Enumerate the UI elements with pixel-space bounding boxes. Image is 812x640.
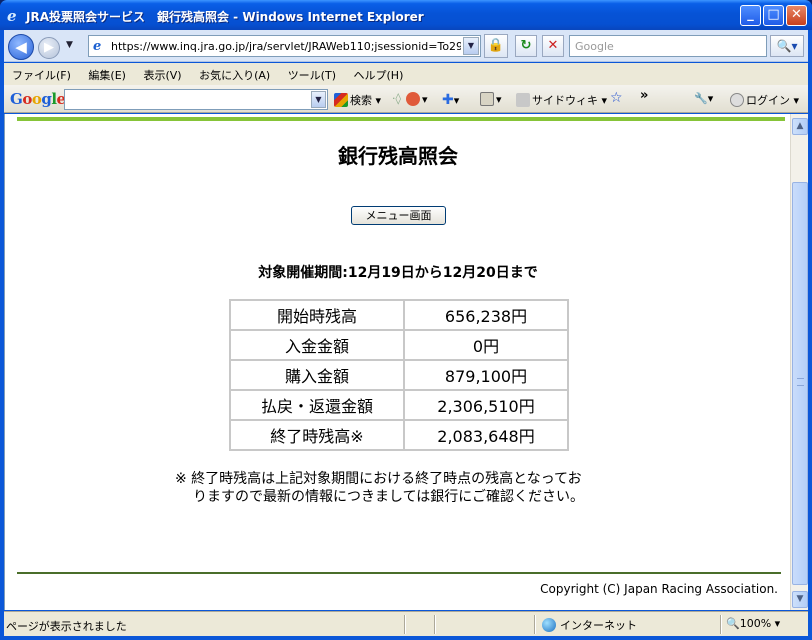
close-button[interactable]: ✕: [786, 5, 807, 26]
user-circle-icon: [730, 93, 744, 107]
address-toolbar: ◀ ▶ ▼ e https://www.inq.jra.go.jp/jra/se…: [4, 30, 808, 62]
table-row: 終了時残高※ 2,083,648円: [229, 419, 569, 451]
scroll-down-button[interactable]: ▼: [792, 591, 808, 608]
translate-icon: [480, 92, 494, 106]
menu-view[interactable]: 表示(V): [143, 67, 181, 83]
scroll-grip-icon: [797, 378, 804, 386]
google-g-icon: [334, 93, 348, 107]
menu-favorites[interactable]: お気に入り(A): [199, 67, 270, 83]
row-label: 終了時残高※: [229, 419, 405, 451]
note-line-2: りますので最新の情報につきましては銀行にご確認ください。: [193, 489, 585, 505]
menu-file[interactable]: ファイル(F): [12, 67, 71, 83]
row-value: 2,083,648円: [403, 419, 569, 451]
ie-logo-icon: e: [7, 7, 17, 25]
login-button[interactable]: ログイン ▾: [730, 92, 799, 108]
balance-table: 開始時残高 656,238円 入金金額 0円 購入金額 879,100円 払戻・…: [229, 299, 569, 451]
status-divider: [434, 615, 436, 634]
menu-edit[interactable]: 編集(E): [88, 67, 126, 83]
address-input[interactable]: e https://www.inq.jra.go.jp/jra/servlet/…: [88, 35, 481, 57]
search-button[interactable]: 🔍▾: [770, 35, 804, 57]
table-row: 入金金額 0円: [229, 329, 569, 361]
status-text: ページが表示されました: [6, 620, 127, 633]
sidewiki-button[interactable]: サイドウィキ ▾: [516, 92, 607, 108]
google-toolbar: Google ▼ 検索 ▾ ·◊ ▾ ✚▾ ▾ サイドウィキ ▾ ☆ » 🔧▾ …: [4, 85, 808, 113]
page-viewport: 銀行残高照会 メニュー画面 対象開催期間:12月19日から12月20日まで 開始…: [4, 114, 790, 610]
address-dropdown-button[interactable]: ▼: [463, 37, 479, 55]
add-button[interactable]: ✚▾: [442, 92, 459, 108]
globe-icon: [542, 618, 556, 632]
row-label: 入金金額: [229, 329, 405, 361]
target-period: 対象開催期間:12月19日から12月20日まで: [258, 265, 538, 281]
forward-button[interactable]: ▶: [38, 37, 60, 59]
minimize-button[interactable]: _: [740, 5, 761, 26]
share-arrow-icon[interactable]: ·◊: [392, 92, 401, 105]
wrench-button[interactable]: 🔧▾: [694, 92, 713, 105]
page-title: 銀行残高照会: [338, 144, 458, 168]
status-bar: ページが表示されました インターネット 🔍100% ▾: [4, 611, 808, 636]
copyright-text: Copyright (C) Japan Racing Association.: [540, 582, 778, 596]
menu-tools[interactable]: ツール(T): [288, 67, 336, 83]
status-divider: [720, 615, 722, 634]
balance-note: ※ 終了時残高は上記対象期間における終了時点の残高となってお りますので最新の情…: [175, 470, 645, 506]
bookmark-button[interactable]: ▾: [406, 92, 428, 106]
row-label: 開始時残高: [229, 299, 405, 331]
row-value: 2,306,510円: [403, 389, 569, 421]
google-search-input[interactable]: ▼: [64, 89, 328, 110]
more-tools-button[interactable]: »: [640, 88, 648, 103]
security-lock-icon[interactable]: 🔒: [484, 34, 508, 58]
bookmark-icon: [406, 92, 420, 106]
row-label: 払戻・返還金額: [229, 389, 405, 421]
row-label: 購入金額: [229, 359, 405, 391]
recent-pages-dropdown[interactable]: ▼: [66, 40, 73, 50]
table-row: 開始時残高 656,238円: [229, 299, 569, 331]
google-search-button[interactable]: 検索 ▾: [334, 92, 381, 108]
address-url: https://www.inq.jra.go.jp/jra/servlet/JR…: [111, 40, 461, 53]
zoom-icon: 🔍: [726, 617, 740, 630]
scroll-thumb[interactable]: [792, 182, 808, 585]
title-bar: e JRA投票照会サービス 銀行残高照会 - Windows Internet …: [0, 0, 812, 30]
sidewiki-icon: [516, 93, 530, 107]
google-search-dropdown[interactable]: ▼: [311, 91, 326, 108]
back-button[interactable]: ◀: [8, 34, 34, 60]
menu-screen-button[interactable]: メニュー画面: [351, 206, 446, 225]
status-divider: [404, 615, 406, 634]
window-title: JRA投票照会サービス 銀行残高照会 - Windows Internet Ex…: [26, 10, 424, 24]
security-zone[interactable]: インターネット: [542, 617, 637, 633]
stop-button[interactable]: ✕: [542, 35, 564, 57]
scroll-up-button[interactable]: ▲: [792, 118, 808, 135]
maximize-button[interactable]: □: [763, 5, 784, 26]
status-divider: [534, 615, 536, 634]
menu-bar: ファイル(F) 編集(E) 表示(V) お気に入り(A) ツール(T) ヘルプ(…: [4, 63, 808, 85]
footer-line: [17, 572, 781, 574]
browser-window: e JRA投票照会サービス 銀行残高照会 - Windows Internet …: [0, 0, 812, 640]
star-icon[interactable]: ☆: [610, 90, 623, 106]
menu-help[interactable]: ヘルプ(H): [354, 67, 404, 83]
zoom-control[interactable]: 🔍100% ▾: [726, 617, 780, 630]
table-row: 払戻・返還金額 2,306,510円: [229, 389, 569, 421]
translate-button[interactable]: ▾: [480, 92, 502, 106]
vertical-scrollbar[interactable]: ▲ ▼: [790, 114, 808, 610]
row-value: 0円: [403, 329, 569, 361]
refresh-button[interactable]: ↻: [515, 35, 537, 57]
header-accent-line: [17, 117, 785, 121]
search-input[interactable]: Google: [569, 35, 767, 57]
page-ie-icon: e: [93, 39, 102, 54]
row-value: 879,100円: [403, 359, 569, 391]
table-row: 購入金額 879,100円: [229, 359, 569, 391]
plus-icon: ✚: [442, 92, 454, 108]
note-line-1: ※ 終了時残高は上記対象期間における終了時点の残高となってお: [175, 471, 582, 487]
row-value: 656,238円: [403, 299, 569, 331]
wrench-icon: 🔧: [694, 92, 708, 105]
google-logo: Google: [10, 90, 66, 108]
